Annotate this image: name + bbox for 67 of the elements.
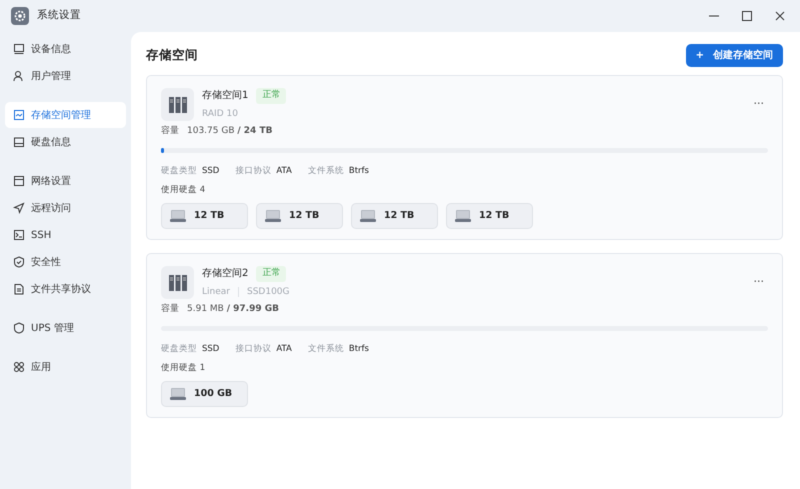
storage-pool-icon <box>161 88 194 121</box>
sidebar-item[interactable]: 用户管理 <box>5 63 126 89</box>
spec-value: SSD <box>202 342 220 356</box>
disk-count: 使用硬盘 4 <box>161 184 206 197</box>
disk-chip[interactable]: 12 TB <box>161 203 248 229</box>
terminal-icon <box>13 229 25 241</box>
disk-chip[interactable]: 100 GB <box>161 381 248 407</box>
ssd-icon <box>170 388 186 400</box>
capacity-label: 容量 <box>161 125 179 138</box>
spec-value: Btrfs <box>348 164 369 178</box>
more-button[interactable]: ··· <box>750 96 768 112</box>
ssd-icon <box>170 210 186 222</box>
sidebar-item[interactable]: 安全性 <box>5 249 126 275</box>
monitor-icon <box>13 43 25 55</box>
ssd-icon <box>455 210 471 222</box>
spec-value: Btrfs <box>348 342 369 356</box>
storage-icon <box>13 109 25 121</box>
sidebar-item[interactable]: 应用 <box>5 354 126 380</box>
disk-chip[interactable]: 12 TB <box>256 203 343 229</box>
window-title: 系统设置 <box>37 8 81 24</box>
spec-label: 硬盘类型 <box>161 342 197 356</box>
sidebar-item[interactable]: 硬盘信息 <box>5 129 126 155</box>
capacity-value: 5.91 MB / 97.99 GB <box>187 303 279 316</box>
spec-value: ATA <box>276 164 292 178</box>
create-storage-button[interactable]: + 创建存储空间 <box>686 44 783 67</box>
more-button[interactable]: ··· <box>750 274 768 290</box>
raid-type: Linear <box>202 286 230 298</box>
raid-type: SSD100G <box>246 286 290 298</box>
close-icon <box>774 11 784 21</box>
spec-label: 接口协议 <box>235 164 272 178</box>
shield-icon <box>13 322 25 334</box>
spec-label: 文件系统 <box>308 342 344 356</box>
sidebar-item[interactable]: 设备信息 <box>5 36 126 62</box>
spec-value: ATA <box>276 342 292 356</box>
sidebar-item[interactable]: 网络设置 <box>5 168 126 194</box>
status-tag: 正常 <box>256 88 286 104</box>
capacity-label: 容量 <box>161 303 179 316</box>
apps-icon <box>13 361 25 373</box>
spec-label: 文件系统 <box>308 164 344 178</box>
page-title: 存储空间 <box>146 46 198 64</box>
spec-value: SSD <box>202 164 220 178</box>
status-tag: 正常 <box>256 266 286 282</box>
sidebar-item[interactable]: 文件共享协议 <box>5 276 126 302</box>
spec-label: 接口协议 <box>235 342 272 356</box>
ssd-icon <box>360 210 376 222</box>
storage-pool-icon <box>161 266 194 299</box>
sidebar-item[interactable]: 存储空间管理 <box>5 102 126 128</box>
capacity-value: 103.75 GB / 24 TB <box>187 125 272 138</box>
network-icon <box>13 175 25 187</box>
send-icon <box>13 202 25 214</box>
storage-name: 存储空间2 <box>202 266 248 282</box>
document-icon <box>13 283 25 295</box>
sidebar-item[interactable]: UPS 管理 <box>5 315 126 341</box>
shield-icon <box>13 256 25 268</box>
disk-chip[interactable]: 12 TB <box>446 203 533 229</box>
disk-chip[interactable]: 12 TB <box>351 203 438 229</box>
raid-type: RAID 10 <box>202 108 238 120</box>
drive-icon <box>13 136 25 148</box>
storage-name: 存储空间1 <box>202 88 248 104</box>
user-icon <box>13 70 25 82</box>
sidebar-item[interactable]: SSH <box>5 222 126 248</box>
disk-count: 使用硬盘 1 <box>161 362 206 375</box>
spec-label: 硬盘类型 <box>161 164 197 178</box>
maximize-icon <box>742 11 752 21</box>
settings-icon <box>11 7 29 25</box>
sidebar-item[interactable]: 远程访问 <box>5 195 126 221</box>
ssd-icon <box>265 210 281 222</box>
